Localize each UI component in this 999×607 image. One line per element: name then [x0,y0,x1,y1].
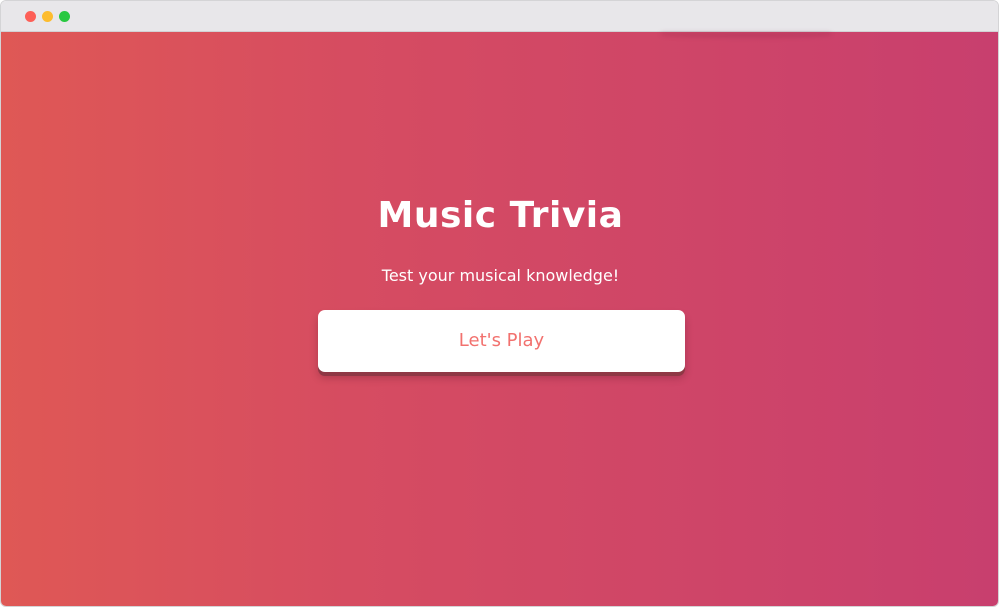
page-title: Music Trivia [377,195,624,236]
zoom-window-icon[interactable] [59,11,70,22]
page-subtitle: Test your musical knowledge! [381,266,620,285]
lets-play-button[interactable]: Let's Play [318,310,685,372]
minimize-window-icon[interactable] [42,11,53,22]
browser-window: Music Trivia Test your musical knowledge… [0,0,999,607]
top-shadow-decoration [661,32,831,38]
page-content: Music Trivia Test your musical knowledge… [1,32,998,606]
window-titlebar [1,1,998,32]
close-window-icon[interactable] [25,11,36,22]
